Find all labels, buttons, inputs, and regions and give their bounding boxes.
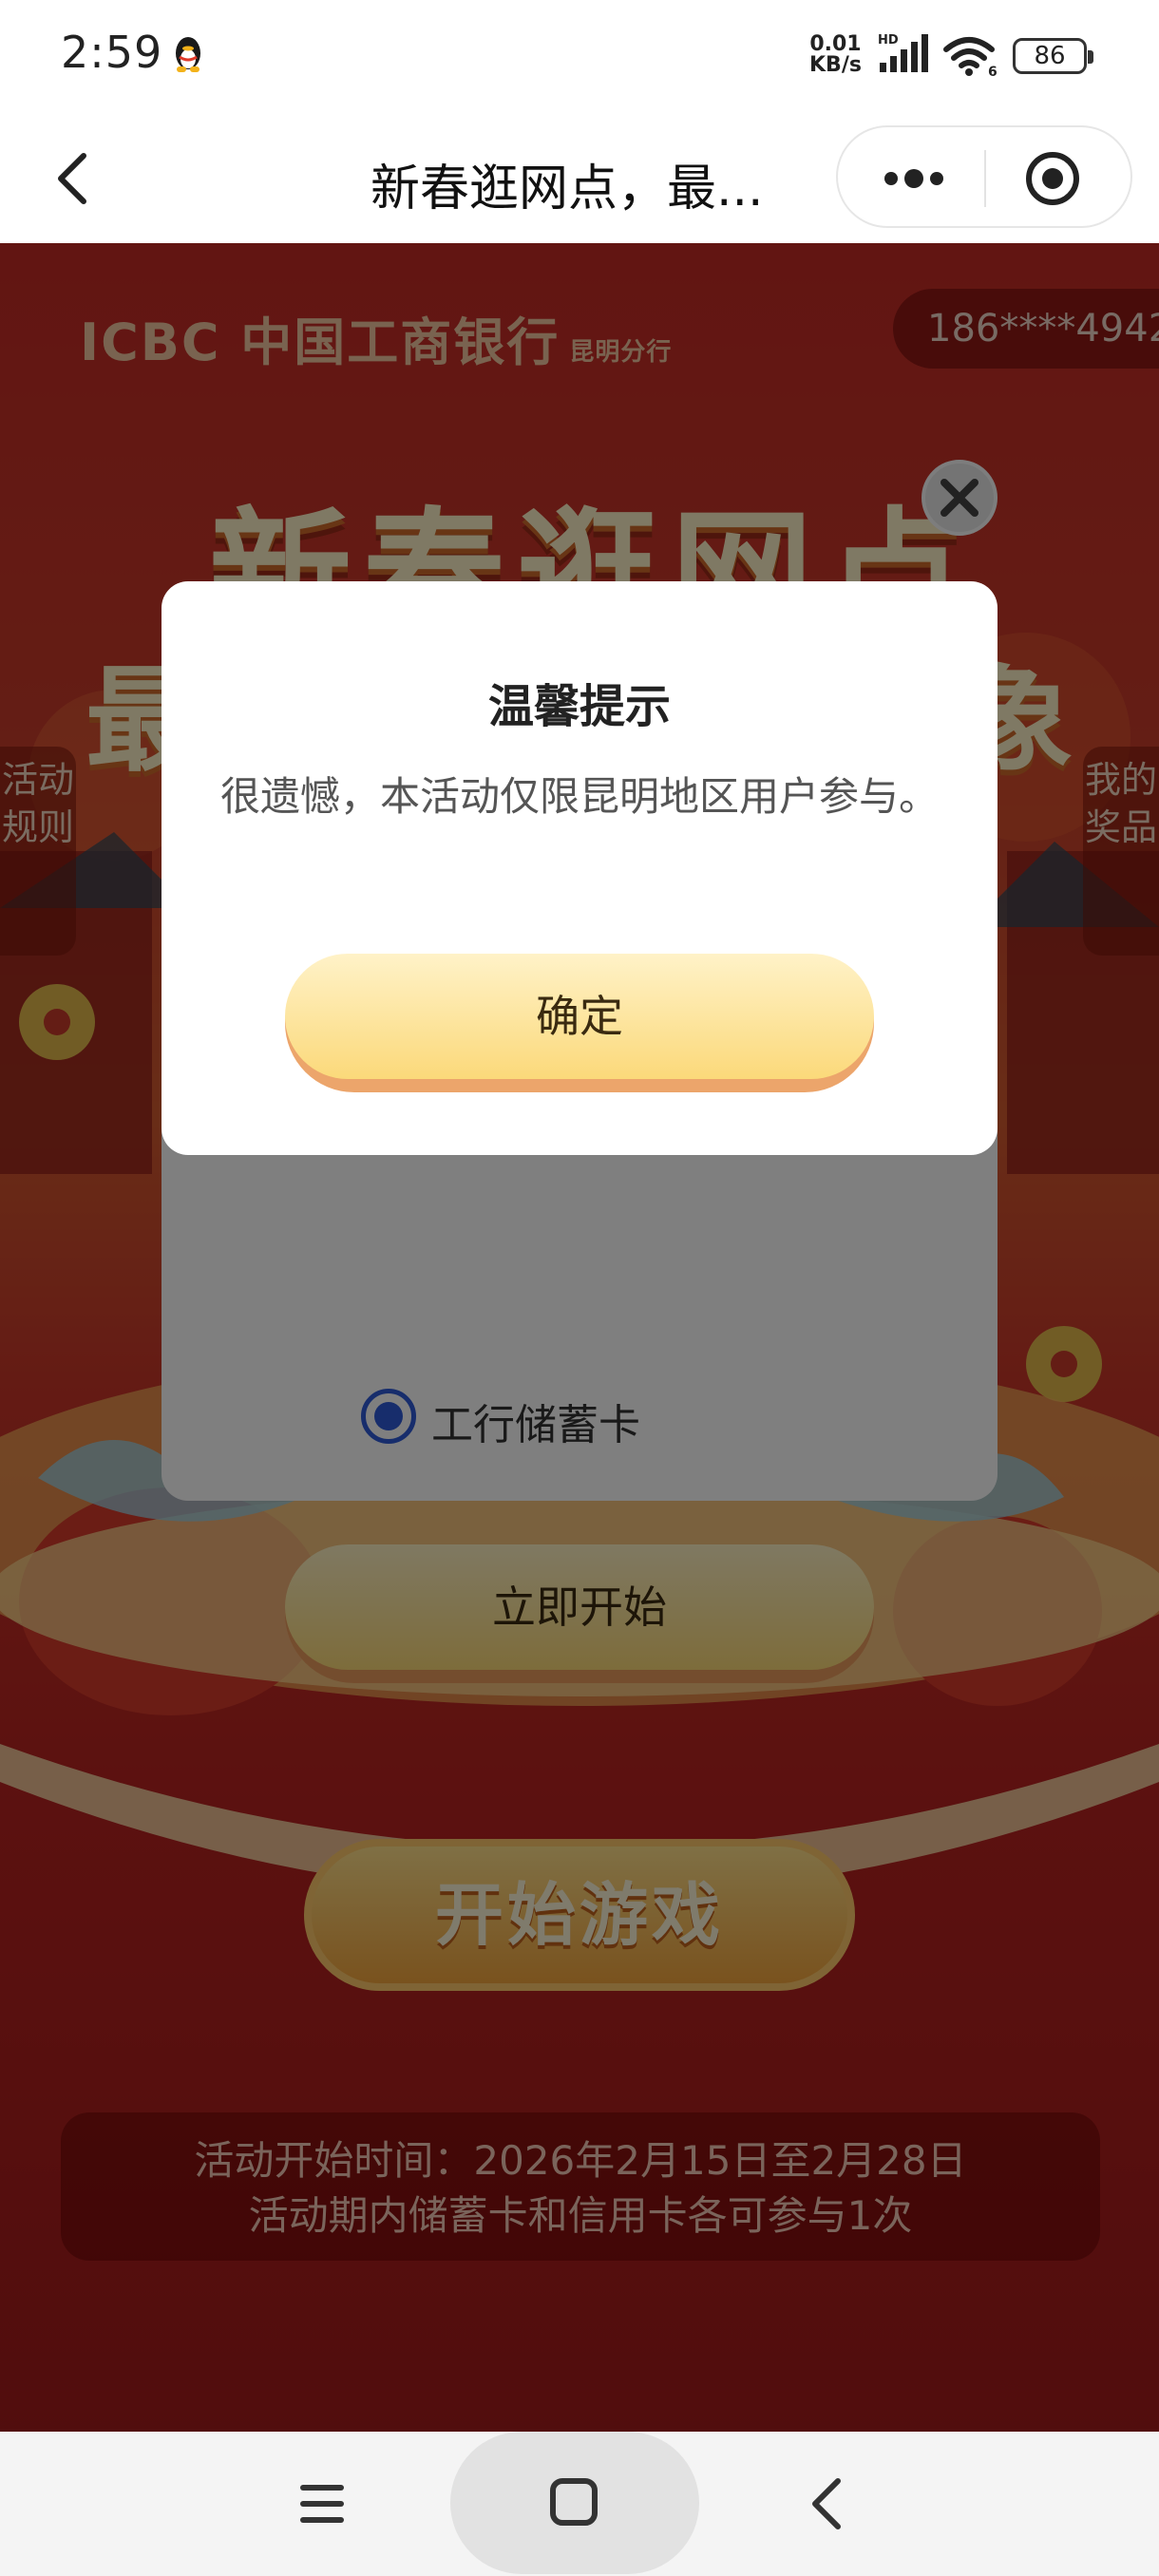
close-mini-program-button[interactable]: [1024, 150, 1081, 207]
system-back-button[interactable]: [804, 2473, 851, 2534]
back-button[interactable]: [38, 141, 114, 217]
net-speed-unit: KB/s: [809, 53, 862, 77]
status-time: 2:59: [61, 27, 163, 78]
signal-icon: HD: [876, 32, 933, 76]
system-navigation-bar: [0, 2432, 1159, 2576]
dialog-message: 很遗憾，本活动仅限昆明地区用户参与。: [219, 773, 939, 820]
confirm-button[interactable]: 确定: [285, 954, 874, 1092]
notice-dialog: 温馨提示 很遗憾，本活动仅限昆明地区用户参与。 确定: [162, 581, 998, 1155]
back-arrow-icon: [812, 2478, 841, 2529]
hd-label: HD: [878, 33, 899, 47]
net-speed-value: 0.01: [809, 32, 862, 56]
dialog-title: 温馨提示: [487, 680, 671, 733]
home-square-icon: [550, 2478, 598, 2526]
back-icon: [58, 153, 86, 204]
recent-apps-button[interactable]: [294, 2477, 352, 2530]
capsule-divider: [984, 150, 986, 207]
target-icon: [1026, 152, 1079, 205]
network-speed: 0.01 KB/s: [809, 34, 862, 76]
status-bar: 2:59 0.01 KB/s HD 6 86: [0, 0, 1159, 114]
svg-text:6: 6: [988, 65, 998, 78]
wifi-icon: 6: [942, 34, 999, 80]
capsule-menu: [836, 125, 1132, 228]
battery-indicator: 86: [1013, 38, 1093, 74]
confirm-label: 确定: [285, 954, 874, 1079]
modal-overlay: [0, 243, 1159, 2432]
qq-penguin-icon: [171, 34, 205, 76]
more-dots-icon: [884, 169, 943, 188]
page-title: 新春逛网点，最...: [370, 161, 764, 218]
home-button[interactable]: [450, 2432, 699, 2574]
mini-program-nav-bar: 新春逛网点，最...: [0, 114, 1159, 243]
menu-icon: [300, 2485, 344, 2523]
more-button[interactable]: [866, 156, 961, 201]
